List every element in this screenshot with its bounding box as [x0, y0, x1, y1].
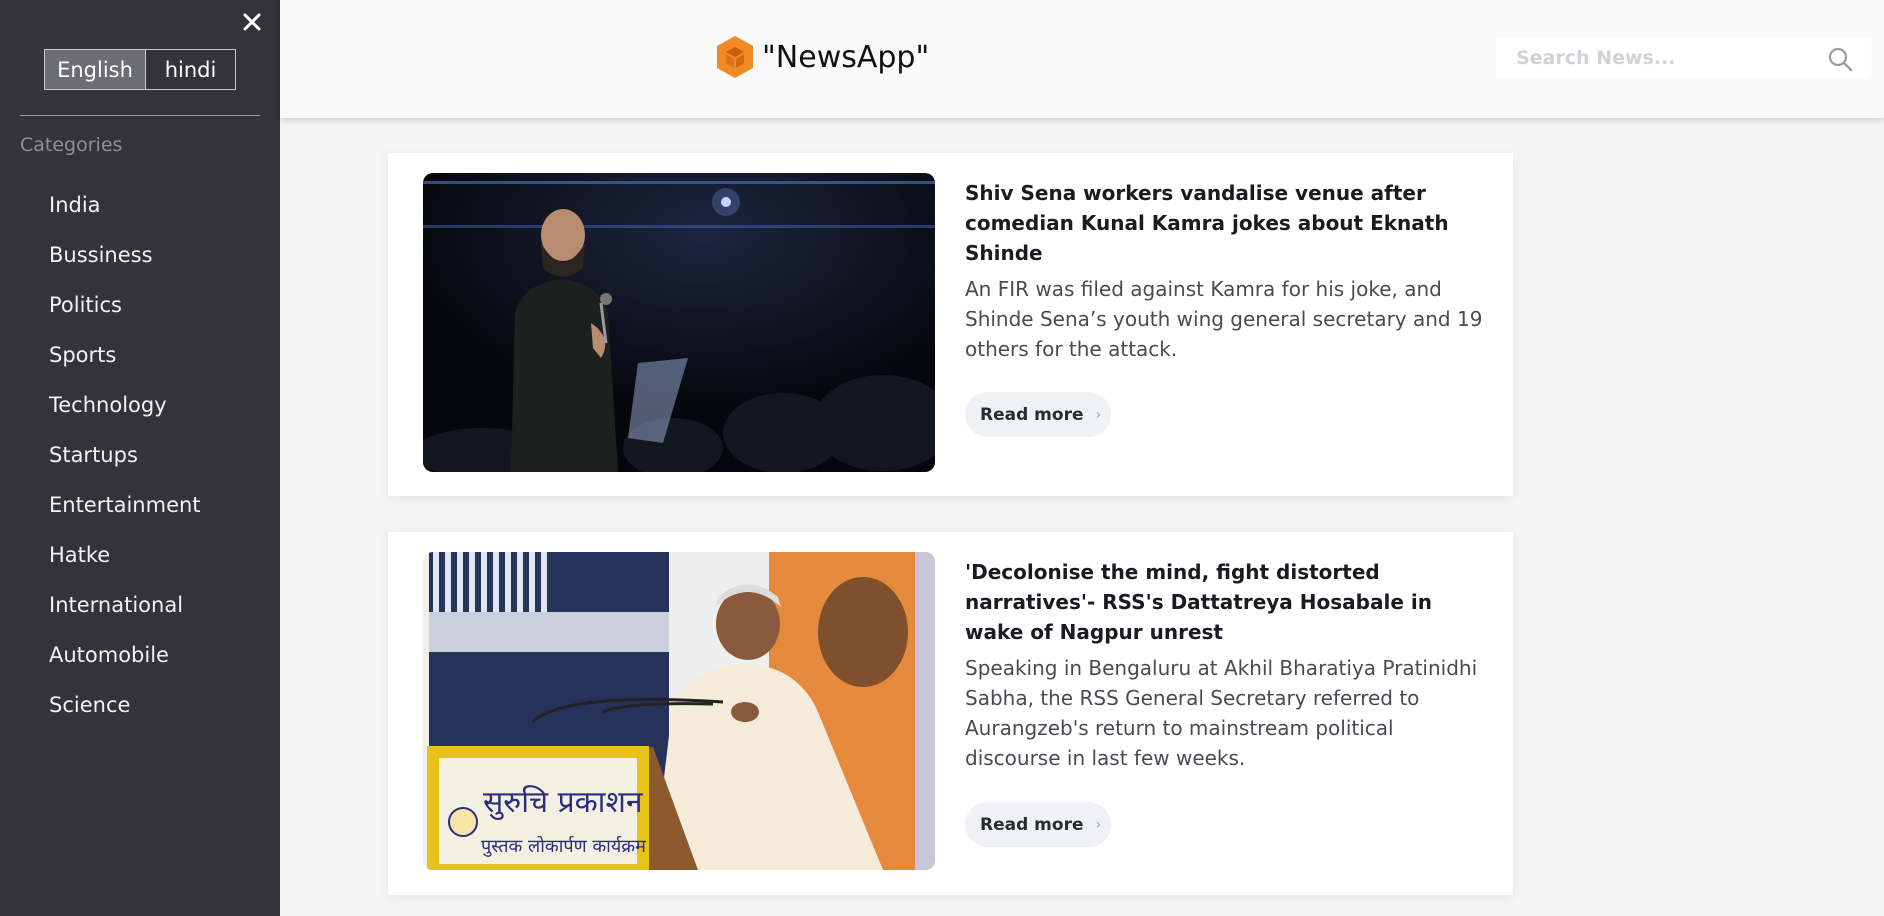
article-card: Shiv Sena workers vandalise venue after …: [388, 153, 1513, 496]
top-header: "NewsApp": [280, 0, 1884, 118]
language-hindi-button[interactable]: hindi: [146, 50, 235, 89]
search-input[interactable]: [1496, 37, 1806, 79]
article-image[interactable]: [423, 173, 935, 472]
sidebar-divider: [20, 115, 260, 116]
language-english-button[interactable]: English: [45, 50, 146, 89]
brand-name: "NewsApp": [762, 39, 930, 75]
sidebar-item-sports[interactable]: Sports: [49, 330, 201, 380]
article-description: An FIR was filed against Kamra for his j…: [965, 277, 1483, 361]
article-title[interactable]: Shiv Sena workers vandalise venue after …: [965, 178, 1485, 268]
read-more-button[interactable]: Read more ›: [965, 802, 1111, 847]
brand[interactable]: "NewsApp": [714, 34, 929, 80]
article-card: सुरुचि प्रकाशन पुस्तक लोकार्पण कार्यक्रम…: [388, 532, 1513, 895]
sidebar-item-science[interactable]: Science: [49, 680, 201, 730]
article-body: 'Decolonise the mind, fight distorted na…: [965, 557, 1485, 773]
read-more-label: Read more: [980, 404, 1084, 425]
svg-text:पुस्तक लोकार्पण कार्यक्रम: पुस्तक लोकार्पण कार्यक्रम: [481, 835, 647, 857]
read-more-button[interactable]: Read more ›: [965, 392, 1111, 437]
sidebar-item-hatke[interactable]: Hatke: [49, 530, 201, 580]
category-list: India Bussiness Politics Sports Technolo…: [49, 180, 201, 730]
article-body: Shiv Sena workers vandalise venue after …: [965, 178, 1485, 364]
search-icon[interactable]: [1827, 46, 1853, 72]
sidebar-item-international[interactable]: International: [49, 580, 201, 630]
sidebar-item-technology[interactable]: Technology: [49, 380, 201, 430]
close-icon: [243, 13, 261, 31]
close-sidebar-button[interactable]: [238, 6, 266, 38]
search-box: [1496, 37, 1871, 79]
sidebar-item-politics[interactable]: Politics: [49, 280, 201, 330]
chevron-right-icon: ›: [1095, 816, 1102, 833]
sidebar-item-automobile[interactable]: Automobile: [49, 630, 201, 680]
sidebar-item-business[interactable]: Bussiness: [49, 230, 201, 280]
article-title[interactable]: 'Decolonise the mind, fight distorted na…: [965, 557, 1485, 647]
read-more-label: Read more: [980, 814, 1084, 835]
language-toggle: English hindi: [44, 49, 236, 90]
sidebar-item-entertainment[interactable]: Entertainment: [49, 480, 201, 530]
article-image[interactable]: सुरुचि प्रकाशन पुस्तक लोकार्पण कार्यक्रम: [423, 552, 935, 870]
sidebar-item-india[interactable]: India: [49, 180, 201, 230]
sidebar-item-startups[interactable]: Startups: [49, 430, 201, 480]
svg-text:सुरुचि प्रकाशन: सुरुचि प्रकाशन: [483, 785, 644, 821]
chevron-right-icon: ›: [1095, 406, 1102, 423]
categories-heading: Categories: [20, 134, 123, 156]
article-description: Speaking in Bengaluru at Akhil Bharatiya…: [965, 656, 1478, 770]
sidebar: English hindi Categories India Bussiness…: [0, 0, 280, 916]
newsapp-logo-icon: [717, 36, 753, 78]
